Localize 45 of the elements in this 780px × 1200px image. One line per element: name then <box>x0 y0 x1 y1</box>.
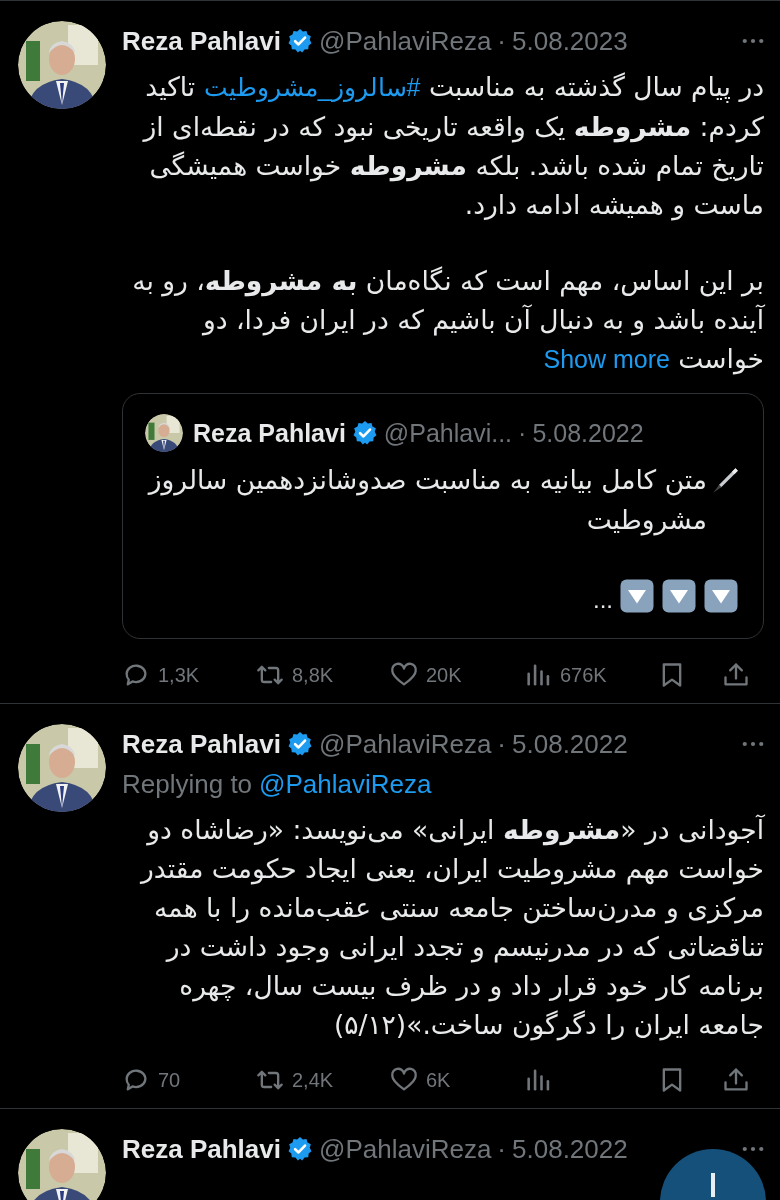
author-handle: @PahlaviReza <box>319 25 492 57</box>
action-count: 20K <box>426 663 462 687</box>
more-icon[interactable] <box>742 741 764 747</box>
replying-to-label: Replying to <box>122 768 253 800</box>
author-name[interactable]: Reza Pahlavi <box>122 1133 281 1165</box>
action-count: 70 <box>158 1068 181 1092</box>
share-icon[interactable] <box>722 1066 750 1094</box>
down-button-icon <box>703 578 739 614</box>
separator-dot: · <box>497 1133 507 1165</box>
hashtag-link[interactable]: #سالروز_مشروطیت <box>203 73 421 101</box>
tweet-text: آجودانی در «مشروطه ایرانی» می‌نویسد: «رضاشاه دو خواست مهم مشروطیت ایران، یعنی ایجاد حکومت مقتدر مرکزی و مدرن‌ساختن جامعه سنتی عقب‌مانده را با همه تناقضاتی که در مدرنیسم و تجدد ایرانی وجود داشت در برنامه کار خود قرار داد و در ظرف بیست سال، چهره جامعه ایران را دگرگون ساخت.»(۵/۱۲) <box>139 813 764 1043</box>
tweet-date[interactable]: 5.08.2022 <box>532 418 644 448</box>
author-name[interactable]: Reza Pahlavi <box>122 728 281 760</box>
down-button-icon <box>619 578 655 614</box>
avatar <box>145 414 183 452</box>
ellipsis-text: ... <box>593 586 613 614</box>
action-count: 2,4K <box>292 1068 334 1092</box>
author-name[interactable]: Reza Pahlavi <box>193 418 346 448</box>
show-more-link[interactable]: Show more <box>543 345 670 373</box>
action-count: 1,3K <box>158 663 200 687</box>
separator-dot: · <box>497 728 507 760</box>
quoted-tweet-text: متن کامل بیانیه به مناسبت صدوشانزدهمین سالروز مشروطیت <box>146 463 707 538</box>
verified-badge-icon <box>351 420 378 446</box>
author-name[interactable]: Reza Pahlavi <box>122 25 281 57</box>
verified-badge-icon <box>287 1136 313 1162</box>
tweet-text: در پیام سال گذشته به مناسبت #سالروز_مشروطیت تاکید کردم: مشروطه یک واقعه تاریخی نبود که در نقطه‌ای از تاریخ تمام شده باشد. بلکه مشروطه خواست همیشگی ماست و همیشه ادامه دارد. <box>141 70 764 223</box>
author-handle: @PahlaviReza <box>319 1133 492 1165</box>
action-count: 6K <box>426 1068 451 1092</box>
down-button-icon <box>661 578 697 614</box>
verified-badge-icon <box>287 731 313 757</box>
tweet-date[interactable]: 5.08.2022 <box>512 728 628 760</box>
action-count: 676K <box>560 663 607 687</box>
action-count: 8,8K <box>292 663 334 687</box>
pen-icon <box>711 466 739 494</box>
author-handle: @PahlaviReza <box>319 728 492 760</box>
share-icon[interactable] <box>722 661 750 689</box>
tweet-date[interactable]: 5.08.2023 <box>512 25 628 57</box>
author-handle: @Pahlavi... <box>383 418 513 448</box>
more-icon[interactable] <box>742 1146 764 1152</box>
more-icon[interactable] <box>742 38 764 44</box>
separator-dot: · <box>518 418 527 448</box>
separator-dot: · <box>497 25 507 57</box>
tweet-date[interactable]: 5.08.2022 <box>512 1133 628 1165</box>
verified-badge-icon <box>287 28 313 54</box>
mention-link[interactable]: @PahlaviReza <box>259 768 432 800</box>
